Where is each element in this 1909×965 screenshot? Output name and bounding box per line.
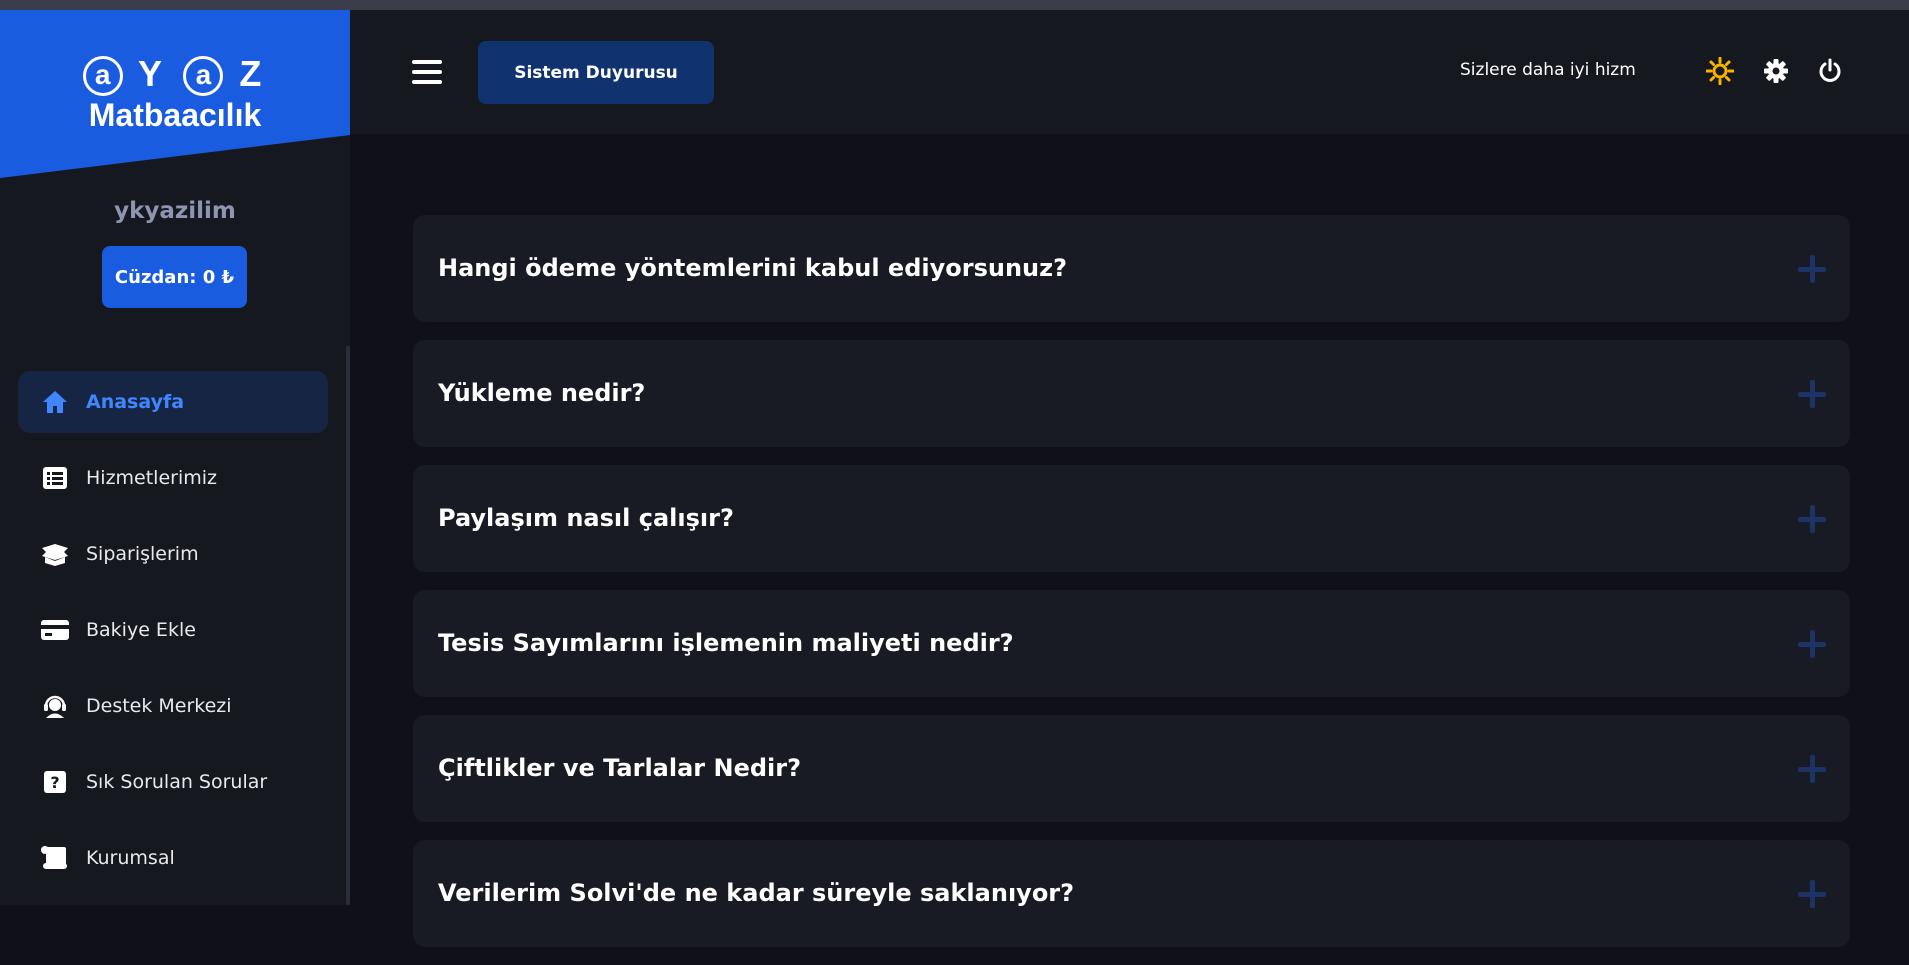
- faq-question: Yükleme nedir?: [438, 379, 646, 407]
- system-announcement-button[interactable]: Sistem Duyurusu: [478, 41, 714, 104]
- sidebar-item-bakiye-ekle[interactable]: Bakiye Ekle: [18, 599, 328, 661]
- faq-item[interactable]: Hangi ödeme yöntemlerini kabul ediyorsun…: [413, 215, 1850, 322]
- faq-item[interactable]: Tesis Sayımlarını işlemenin maliyeti ned…: [413, 590, 1850, 697]
- sidebar-item-kurumsal[interactable]: Kurumsal: [18, 827, 328, 889]
- sidebar-item-anasayfa[interactable]: Anasayfa: [18, 371, 328, 433]
- question-icon: ?: [40, 768, 70, 796]
- faq-question: Tesis Sayımlarını işlemenin maliyeti ned…: [438, 629, 1014, 657]
- headset-icon: [40, 692, 70, 720]
- sidebar-item-label: Siparişlerim: [86, 543, 199, 565]
- faq-item[interactable]: Paylaşım nasıl çalışır?: [413, 465, 1850, 572]
- sidebar-nav: Anasayfa Hizmetlerimiz Siparişlerim Baki…: [18, 371, 328, 903]
- logo-letter-2: Y: [137, 53, 168, 94]
- top-header: Sistem Duyurusu Sizlere daha iyi hizm: [350, 10, 1909, 134]
- plus-icon[interactable]: [1798, 380, 1826, 408]
- plus-icon[interactable]: [1798, 755, 1826, 783]
- faq-item[interactable]: Yükleme nedir?: [413, 340, 1850, 447]
- window-top-bar: [0, 0, 1909, 10]
- sidebar-item-siparislerim[interactable]: Siparişlerim: [18, 523, 328, 585]
- home-icon: [40, 388, 70, 416]
- logo-letter-4: Z: [239, 53, 268, 94]
- faq-item[interactable]: Çiftlikler ve Tarlalar Nedir?: [413, 715, 1850, 822]
- svg-text:?: ?: [50, 773, 59, 792]
- sidebar-item-label: Destek Merkezi: [86, 695, 232, 717]
- sidebar-scrollbar[interactable]: [346, 346, 350, 905]
- power-icon[interactable]: [1815, 56, 1845, 86]
- faq-question: Çiftlikler ve Tarlalar Nedir?: [438, 754, 802, 782]
- menu-toggle-icon[interactable]: [412, 60, 442, 84]
- list-icon: [40, 464, 70, 492]
- sidebar: a Y a Z Matbaacılık ykyazilim Cüzdan: 0 …: [0, 10, 350, 905]
- brand-logo[interactable]: a Y a Z Matbaacılık: [0, 55, 350, 132]
- faq-question: Paylaşım nasıl çalışır?: [438, 504, 734, 532]
- plus-icon[interactable]: [1798, 505, 1826, 533]
- logo-letter-1: a: [82, 56, 123, 97]
- faq-question: Hangi ödeme yöntemlerini kabul ediyorsun…: [438, 254, 1068, 282]
- announcement-marquee: Sizlere daha iyi hizm: [1460, 60, 1636, 80]
- faq-item[interactable]: Verilerim Solvi'de ne kadar süreyle sakl…: [413, 840, 1850, 947]
- logo-letter-3: a: [183, 56, 224, 97]
- credit-card-icon: [40, 616, 70, 644]
- plus-icon[interactable]: [1798, 880, 1826, 908]
- sidebar-item-label: Kurumsal: [86, 847, 175, 869]
- sidebar-item-label: Hizmetlerimiz: [86, 467, 218, 489]
- plus-icon[interactable]: [1798, 630, 1826, 658]
- box-icon: [40, 540, 70, 568]
- sidebar-item-hizmetlerimiz[interactable]: Hizmetlerimiz: [18, 447, 328, 509]
- gear-icon[interactable]: [1761, 56, 1791, 86]
- faq-list: Hangi ödeme yöntemlerini kabul ediyorsun…: [413, 215, 1850, 965]
- sun-icon[interactable]: [1705, 56, 1735, 86]
- sidebar-item-label: Bakiye Ekle: [86, 619, 196, 641]
- sidebar-item-sss[interactable]: ? Sık Sorulan Sorular: [18, 751, 328, 813]
- username: ykyazilim: [114, 198, 236, 224]
- wallet-button[interactable]: Cüzdan: 0 ₺: [102, 246, 247, 308]
- logo-letters: a Y a Z: [0, 53, 350, 97]
- plus-icon[interactable]: [1798, 255, 1826, 283]
- sidebar-item-label: Anasayfa: [86, 391, 185, 413]
- sidebar-item-label: Sık Sorulan Sorular: [86, 771, 268, 793]
- faq-question: Verilerim Solvi'de ne kadar süreyle sakl…: [438, 879, 1075, 907]
- scroll-icon: [40, 844, 70, 872]
- sidebar-item-destek-merkezi[interactable]: Destek Merkezi: [18, 675, 328, 737]
- logo-word: Matbaacılık: [88, 97, 262, 134]
